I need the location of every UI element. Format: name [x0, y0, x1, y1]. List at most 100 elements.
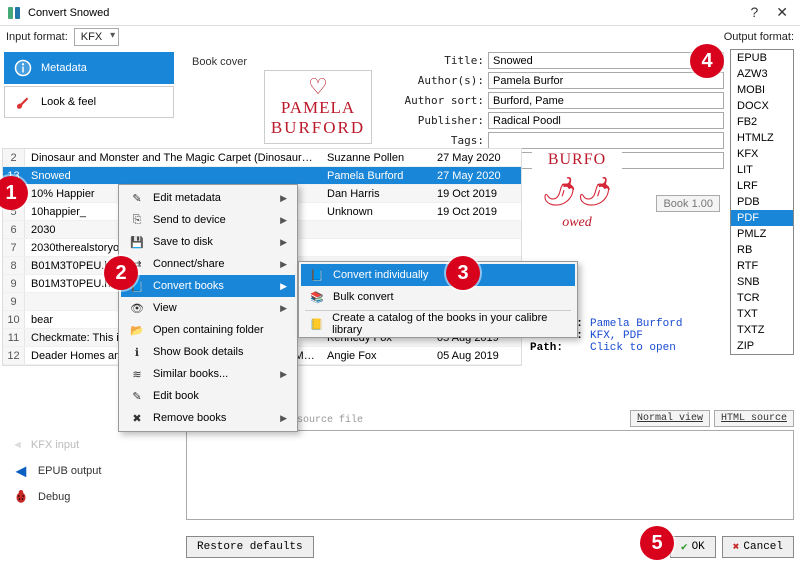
cancel-button[interactable]: ✖Cancel: [722, 536, 794, 558]
output-format-option[interactable]: LRF: [731, 178, 793, 194]
menu-item-label: Open containing folder: [153, 324, 264, 336]
submenu-item-label: Bulk convert: [333, 291, 394, 303]
restore-defaults-button[interactable]: Restore defaults: [186, 536, 314, 558]
row-index: 6: [3, 221, 25, 238]
tags-field[interactable]: [488, 132, 724, 149]
submenu-item-label: Convert individually: [333, 269, 428, 281]
menu-item[interactable]: 💾Save to disk▶: [121, 231, 295, 253]
output-format-option[interactable]: TXT: [731, 306, 793, 322]
brush-icon: [13, 92, 33, 112]
menu-item-icon: ℹ: [129, 344, 145, 360]
output-format-dropdown[interactable]: EPUBAZW3MOBIDOCXFB2HTMLZKFXLITLRFPDBPDFP…: [730, 49, 794, 355]
row-author: Unknown: [321, 206, 431, 218]
table-row[interactable]: 13SnowedPamela Burford27 May 2020: [3, 167, 521, 185]
table-row[interactable]: 2Dinosaur and Monster and The Magic Carp…: [3, 149, 521, 167]
output-format-option[interactable]: PMLZ: [731, 226, 793, 242]
row-index: 9: [3, 293, 25, 310]
row-date: 19 Oct 2019: [431, 206, 521, 218]
output-format-option[interactable]: PDF: [731, 210, 793, 226]
menu-separator: [305, 310, 571, 311]
authors-field[interactable]: [488, 72, 724, 89]
x-icon: ✖: [733, 540, 740, 554]
sidebar-tab-epub-output[interactable]: ◄ EPUB output: [4, 458, 174, 484]
normal-view-tab[interactable]: Normal view: [630, 410, 710, 427]
series-number-field[interactable]: Book 1.00: [656, 195, 720, 212]
format-bar: Input format: KFX Output format:: [0, 26, 800, 48]
output-format-option[interactable]: RB: [731, 242, 793, 258]
info-formats-value[interactable]: KFX, PDF: [590, 330, 643, 342]
output-format-option[interactable]: TXTZ: [731, 322, 793, 338]
book-cover-preview: ♡ PAMELA BURFORD: [264, 70, 372, 144]
menu-item[interactable]: ⎘Send to device▶: [121, 209, 295, 231]
book-cover-label: Book cover: [192, 56, 247, 68]
submenu-item-icon: 📘: [309, 267, 325, 283]
row-index: 12: [3, 347, 25, 364]
output-format-option[interactable]: ZIP: [731, 338, 793, 354]
menu-item[interactable]: ✖Remove books▶: [121, 407, 295, 429]
convert-submenu: 📘 Convert individually 📚Bulk convert 📒Creat…: [298, 261, 578, 338]
sidebar-tab-metadata[interactable]: Metadata: [4, 52, 174, 84]
output-format-option[interactable]: DOCX: [731, 98, 793, 114]
check-icon: ✔: [681, 540, 688, 554]
output-format-option[interactable]: SNB: [731, 274, 793, 290]
menu-item-icon: 📂: [129, 322, 145, 338]
field-label-publisher: Publisher:: [404, 114, 488, 127]
sidebar-tab-lookfeel[interactable]: Look & feel: [4, 86, 174, 118]
output-format-option[interactable]: RTF: [731, 258, 793, 274]
menu-item-icon: 👁: [129, 300, 145, 316]
row-index: 11: [3, 329, 25, 346]
menu-item-icon: ✎: [129, 388, 145, 404]
info-path-value[interactable]: Click to open: [590, 342, 676, 354]
menu-item-label: View: [153, 302, 177, 314]
chevron-right-icon: ▶: [280, 193, 287, 204]
row-date: 27 May 2020: [431, 152, 521, 164]
sidebar-tab-kfx-input[interactable]: ◄ KFX input: [4, 432, 174, 458]
menu-item[interactable]: ℹShow Book details: [121, 341, 295, 363]
bottom-bar: Restore defaults ✔OK ✖Cancel: [186, 536, 794, 558]
menu-item[interactable]: 📘Convert books▶: [121, 275, 295, 297]
close-button[interactable]: ✕: [776, 4, 788, 21]
chevron-right-icon: ▶: [280, 237, 287, 248]
input-format-combo[interactable]: KFX: [74, 28, 119, 46]
title-field[interactable]: [488, 52, 724, 69]
row-index: 2: [3, 149, 25, 166]
menu-item[interactable]: ≋Similar books...▶: [121, 363, 295, 385]
html-source-tab[interactable]: HTML source: [714, 410, 794, 427]
output-format-option[interactable]: EPUB: [731, 50, 793, 66]
output-format-option[interactable]: TCR: [731, 290, 793, 306]
comments-editor[interactable]: [186, 430, 794, 520]
output-format-option[interactable]: KFX: [731, 146, 793, 162]
menu-item[interactable]: ✎Edit book: [121, 385, 295, 407]
menu-item[interactable]: ⇄Connect/share▶: [121, 253, 295, 275]
chevron-right-icon: ▶: [280, 413, 287, 424]
info-path-label: Path:: [530, 342, 590, 354]
row-date: 05 Aug 2019: [431, 350, 521, 362]
app-icon: [6, 5, 22, 21]
menu-item[interactable]: 👁View▶: [121, 297, 295, 319]
submenu-item-icon: 📒: [309, 316, 324, 332]
publisher-field[interactable]: [488, 112, 724, 129]
output-format-option[interactable]: AZW3: [731, 66, 793, 82]
output-format-option[interactable]: HTMLZ: [731, 130, 793, 146]
output-format-option[interactable]: LIT: [731, 162, 793, 178]
window-title: Convert Snowed: [28, 7, 750, 19]
help-button[interactable]: ?: [750, 4, 758, 21]
callout-4: 4: [690, 44, 724, 78]
submenu-item[interactable]: 📘 Convert individually: [301, 264, 575, 286]
submenu-item[interactable]: 📚Bulk convert: [301, 286, 575, 308]
output-format-option[interactable]: MOBI: [731, 82, 793, 98]
sidebar-tab-label: Look & feel: [41, 96, 96, 108]
info-authors-value[interactable]: Pamela Burford: [590, 318, 682, 330]
menu-item-label: Convert books: [153, 280, 224, 292]
bug-icon: [12, 487, 30, 508]
output-format-option[interactable]: PDB: [731, 194, 793, 210]
callout-5: 5: [640, 526, 674, 560]
sidebar-tab-label: Metadata: [41, 62, 87, 74]
authorsort-field[interactable]: [488, 92, 724, 109]
ok-button[interactable]: ✔OK: [670, 536, 716, 558]
output-format-option[interactable]: FB2: [731, 114, 793, 130]
sidebar-tab-debug[interactable]: Debug: [4, 484, 174, 510]
submenu-item[interactable]: 📒Create a catalog of the books in your c…: [301, 313, 575, 335]
menu-item[interactable]: ✎Edit metadata▶: [121, 187, 295, 209]
menu-item[interactable]: 📂 Open containing folder: [121, 319, 295, 341]
